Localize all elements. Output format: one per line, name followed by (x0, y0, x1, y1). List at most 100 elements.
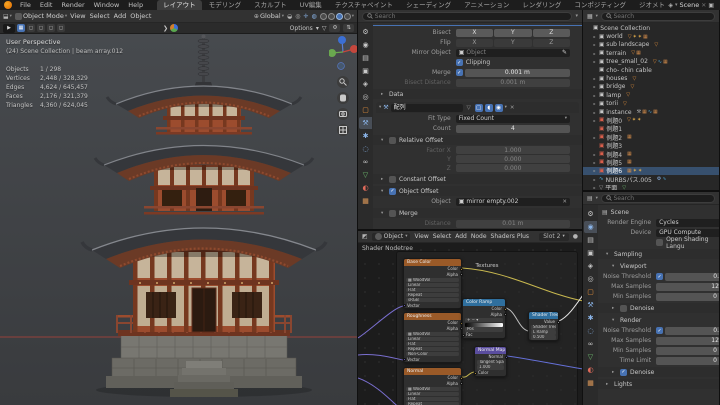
render-max-samples-field[interactable]: 12 (656, 336, 719, 345)
display-realtime-icon[interactable]: ◖ (484, 103, 493, 112)
lights-header[interactable]: ▸ Lights (598, 379, 719, 389)
axis-gizmo[interactable] (329, 36, 357, 70)
tab-scene[interactable]: ◈ (359, 78, 372, 90)
shader-menu-view[interactable]: View (414, 233, 428, 240)
offset-object-field[interactable]: ▣ mirror empty.002 ✕ (455, 197, 570, 206)
tab-particles[interactable]: ✱ (584, 312, 597, 324)
outliner-item[interactable]: ▸ ▣ tree_small_02 ▽ ∿ ▦ (583, 58, 719, 66)
viewport-menu-object[interactable]: Object (130, 12, 151, 20)
shader-type-dropdown[interactable]: Object ▾ (371, 232, 411, 241)
bisect-z-button[interactable]: Z (532, 28, 570, 37)
workspace-tab[interactable]: スカルプト (248, 0, 293, 10)
socket-dot[interactable] (473, 371, 477, 375)
proportional-edit-icon[interactable]: ◎ (295, 13, 300, 20)
view-layer-icon[interactable]: ▣ (708, 2, 714, 9)
array-modifier-header[interactable]: ▾ ⚒ 配列 ▽ ▢ ◖ ◉ ▾ ✕ (376, 102, 579, 113)
noise-threshold-checkbox[interactable]: ✓ (656, 273, 664, 280)
outliner-item[interactable]: ▣ Scene Collection (583, 24, 719, 32)
socket-dot[interactable] (504, 355, 508, 359)
node-field[interactable]: Non-Color (406, 351, 459, 356)
node-field[interactable]: L Ramp (531, 330, 556, 335)
node-color-ramp[interactable]: Color Ramp Color Alpha + − ▾ Pos Fac (461, 298, 507, 339)
node-field[interactable]: Flat (406, 396, 459, 401)
bisect-x-button[interactable]: X (455, 28, 494, 37)
node-field[interactable]: Linear (406, 391, 459, 396)
node-field[interactable]: Tangent Space (477, 360, 504, 365)
tab-render[interactable]: ◉ (584, 221, 597, 233)
expand-arrow-icon[interactable]: ▸ (592, 168, 597, 173)
editor-type-button[interactable]: ⬓ ▾ (3, 13, 12, 20)
viewport-menu-view[interactable]: View (70, 12, 85, 20)
tab-object-data[interactable]: ▽ (359, 169, 372, 181)
tab-physics[interactable]: ◌ (584, 325, 597, 337)
node-base-color[interactable]: Base Color Color Alpha ▦ WoodVol Linear Flat R… (402, 258, 463, 309)
node-normal[interactable]: Normal Color Alpha ▦ WoodVol Linear Flat Repea… (403, 367, 463, 405)
tab-constraints[interactable]: ∞ (359, 156, 372, 168)
eyedropper-icon[interactable]: ✎ (562, 49, 567, 56)
node-field[interactable]: Linear (406, 336, 459, 341)
camera-view-icon[interactable] (337, 108, 349, 120)
display-render-icon[interactable]: ◉ (494, 103, 503, 112)
render-search-input[interactable] (613, 194, 710, 202)
outliner-item[interactable]: ▸ ▣ instance ⚒ ▦ ∿ ▦ (583, 108, 719, 116)
outliner-item[interactable]: ▸ ▣ terrain ▽ ▦ (583, 49, 719, 57)
sort-icon[interactable]: ⇅ (343, 24, 354, 32)
node-field[interactable]: Pos (465, 327, 503, 332)
constant-offset-checkbox[interactable] (389, 175, 396, 183)
workspace-tab[interactable]: UV編集 (294, 0, 328, 10)
node-field[interactable]: Repeat (406, 401, 459, 405)
filter-dropdown-icon[interactable]: ▾ (575, 13, 578, 19)
display-editmode-icon[interactable]: ▢ (474, 103, 483, 112)
expand-arrow-icon[interactable]: ▸ (592, 152, 597, 157)
select-circle-icon[interactable]: ◻ (27, 24, 35, 32)
socket-dot[interactable] (459, 382, 463, 385)
tab-material[interactable]: ◐ (584, 364, 597, 376)
outliner-item[interactable]: ▸ ▣ lamp ▽ (583, 91, 719, 99)
node-field[interactable]: Repeat (406, 346, 459, 351)
viewport-denoise-header[interactable]: ▸ Denoise (598, 303, 719, 313)
viewport-denoise-checkbox[interactable] (620, 304, 627, 312)
render-sampling-header[interactable]: ▾ Render (598, 315, 719, 325)
tab-material[interactable]: ◐ (359, 182, 372, 194)
node-field[interactable]: Shader Tree (531, 325, 556, 330)
expand-arrow-icon[interactable]: ▸ (592, 110, 597, 115)
merge-distance-field[interactable]: 0.001 m (464, 68, 570, 77)
shader-menu-shaders-plus[interactable]: Shaders Plus (491, 233, 530, 240)
outliner-item[interactable]: ▸ ▣ 例題4 ▦ (583, 150, 719, 159)
menu-window[interactable]: Window (90, 0, 124, 10)
menu-render[interactable]: Render (57, 0, 88, 10)
tab-view-layer[interactable]: ▣ (584, 247, 597, 259)
expand-arrow-icon[interactable]: ▸ (592, 84, 597, 89)
node-header[interactable]: Roughness (404, 313, 461, 320)
outliner-item[interactable]: ▣ 例題3 (583, 141, 719, 151)
expand-arrow-icon[interactable]: ▸ (592, 185, 597, 190)
outliner-search-input[interactable] (613, 12, 710, 20)
gizmo-toggle-icon[interactable]: ✛ (303, 13, 308, 20)
outliner-item[interactable]: ▸ ∿ NURBSパス.005 ⚙ ∿ (583, 175, 719, 184)
node-header[interactable]: Base Color (404, 259, 461, 266)
shader-menu-add[interactable]: Add (455, 233, 467, 240)
zoom-icon[interactable] (337, 76, 349, 88)
scene-name[interactable]: Scene (679, 1, 699, 9)
tab-output[interactable]: ▤ (359, 52, 372, 64)
expand-arrow-icon[interactable]: ▸ (592, 101, 597, 106)
workspace-tab[interactable]: レイアウト (157, 0, 202, 10)
node-header[interactable]: Normal (404, 368, 461, 375)
node-header[interactable]: Shader Tree (529, 312, 558, 319)
outliner-item[interactable]: ▸ ▣ torii ▽ (583, 100, 719, 108)
node-field[interactable]: + − ▾ (465, 317, 503, 322)
tab-world[interactable]: ◎ (584, 273, 597, 285)
tab-object-data[interactable]: ▽ (584, 351, 597, 363)
node-roughness[interactable]: Roughness Color Alpha ▦ WoodVol Linear Flat Re… (402, 312, 463, 363)
close-icon[interactable]: ✕ (510, 105, 515, 111)
sampling-header[interactable]: ▾ Sampling (598, 249, 719, 259)
render-min-samples-field[interactable]: 0 (656, 346, 719, 355)
array-merge-checkbox[interactable] (389, 209, 396, 217)
socket-dot[interactable] (402, 304, 406, 307)
socket-dot[interactable] (503, 307, 507, 311)
color-ramp-gradient[interactable] (465, 322, 503, 327)
min-samples-field[interactable]: 0 (656, 292, 719, 301)
tab-render[interactable]: ◉ (359, 39, 372, 51)
clear-icon[interactable]: ✕ (562, 199, 567, 205)
unlink-icon[interactable]: ✕ (701, 2, 706, 9)
